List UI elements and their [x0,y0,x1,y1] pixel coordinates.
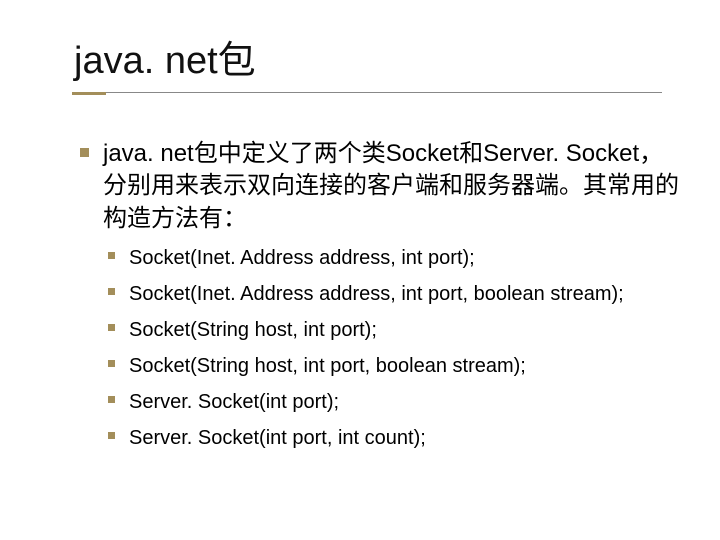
level2-text: Server. Socket(int port); [129,387,680,417]
square-bullet-icon [108,360,115,367]
slide-title: java. net包 [74,42,256,80]
title-underline [106,92,662,93]
level2-text: Socket(String host, int port, boolean st… [129,351,680,381]
level2-text: Socket(Inet. Address address, int port); [129,243,680,273]
level2-text: Socket(Inet. Address address, int port, … [129,279,680,309]
bullet-level2: Socket(Inet. Address address, int port); [108,243,680,273]
content-area: java. net包中定义了两个类Socket和Server. Socket，分… [80,138,680,459]
bullet-level2: Socket(String host, int port, boolean st… [108,351,680,381]
square-bullet-icon [108,252,115,259]
square-bullet-icon [80,148,89,157]
bullet-level1: java. net包中定义了两个类Socket和Server. Socket，分… [80,138,680,235]
square-bullet-icon [108,432,115,439]
bullet-level2: Socket(String host, int port); [108,315,680,345]
title-underline-accent [72,92,106,95]
title-area: java. net包 [74,42,256,80]
bullet-level2: Server. Socket(int port); [108,387,680,417]
square-bullet-icon [108,396,115,403]
sublist: Socket(Inet. Address address, int port);… [108,243,680,453]
level2-text: Server. Socket(int port, int count); [129,423,680,453]
bullet-level2: Server. Socket(int port, int count); [108,423,680,453]
level1-text: java. net包中定义了两个类Socket和Server. Socket，分… [103,138,680,235]
slide: java. net包 java. net包中定义了两个类Socket和Serve… [0,0,720,540]
level2-text: Socket(String host, int port); [129,315,680,345]
square-bullet-icon [108,324,115,331]
bullet-level2: Socket(Inet. Address address, int port, … [108,279,680,309]
square-bullet-icon [108,288,115,295]
